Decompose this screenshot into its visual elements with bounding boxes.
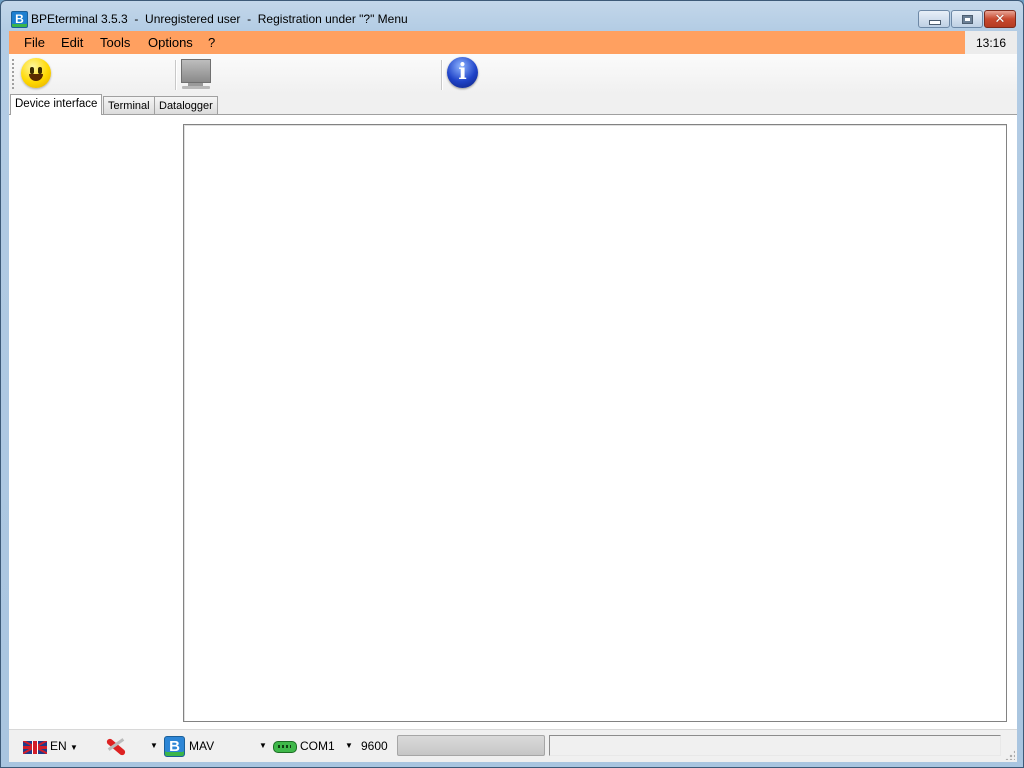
menu-file[interactable]: File <box>17 31 52 54</box>
device-selector[interactable]: MAV <box>189 738 214 754</box>
resize-grip[interactable] <box>1005 750 1015 760</box>
tab-strip: Device interface Terminal Datalogger <box>9 94 1017 115</box>
app-window: B BPEterminal 3.5.3 - Unregistered user … <box>0 0 1024 768</box>
chevron-down-icon[interactable]: ▼ <box>259 738 267 754</box>
minimize-button[interactable] <box>918 10 950 28</box>
menu-bar: File Edit Tools Options ? 13:16 <box>9 31 1017 54</box>
smiley-icon[interactable] <box>21 58 51 88</box>
smiley-eye <box>38 67 42 74</box>
device-b-icon: B <box>164 736 185 757</box>
window-title: BPEterminal 3.5.3 - Unregistered user - … <box>31 12 408 26</box>
swiss-knife-icon[interactable] <box>103 736 129 757</box>
close-icon: ✕ <box>994 11 1006 26</box>
language-label: EN <box>50 739 67 753</box>
toolbar-grip[interactable] <box>12 59 14 89</box>
monitor-icon[interactable] <box>180 58 212 92</box>
serial-port-icon <box>273 741 297 753</box>
chevron-down-icon[interactable]: ▼ <box>345 738 353 754</box>
monitor-base <box>182 86 210 89</box>
tab-terminal[interactable]: Terminal <box>103 96 155 114</box>
baud-rate[interactable]: 9600 <box>361 738 388 754</box>
menu-help[interactable]: ? <box>201 31 222 54</box>
toolbar-separator <box>441 60 443 90</box>
info-icon[interactable]: i <box>447 57 478 88</box>
port-selector[interactable]: COM1 <box>300 738 335 754</box>
monitor-screen <box>181 59 211 83</box>
title-bar[interactable]: B BPEterminal 3.5.3 - Unregistered user … <box>1 1 1023 31</box>
smiley-mouth <box>29 74 43 81</box>
device-view-area[interactable] <box>183 124 1007 722</box>
restore-icon <box>962 15 973 24</box>
tab-device-interface[interactable]: Device interface <box>10 94 103 115</box>
app-icon: B <box>11 11 28 28</box>
clock: 13:16 <box>965 31 1017 54</box>
progress-bar <box>397 735 545 756</box>
left-pane <box>9 115 179 730</box>
menu-edit[interactable]: Edit <box>54 31 90 54</box>
chevron-down-icon[interactable]: ▼ <box>150 738 158 754</box>
toolbar-separator <box>175 60 177 90</box>
status-bar: EN ▼ ▼ B MAV ▼ COM1 ▼ 9600 <box>9 729 1017 762</box>
chevron-down-icon: ▼ <box>70 743 78 752</box>
smiley-eye <box>30 67 34 74</box>
close-button[interactable]: ✕ <box>984 10 1016 28</box>
toolbar: i <box>9 54 1017 94</box>
menu-tools[interactable]: Tools <box>93 31 137 54</box>
uk-flag-icon[interactable] <box>23 741 47 754</box>
status-text-field <box>549 735 1001 756</box>
device-interface-panel <box>9 114 1017 730</box>
minimize-icon <box>929 20 941 25</box>
restore-button[interactable] <box>951 10 983 28</box>
client-area: File Edit Tools Options ? 13:16 i Device… <box>9 31 1017 762</box>
menu-options[interactable]: Options <box>141 31 200 54</box>
tab-datalogger[interactable]: Datalogger <box>154 96 218 114</box>
language-selector[interactable]: EN ▼ <box>50 738 78 754</box>
